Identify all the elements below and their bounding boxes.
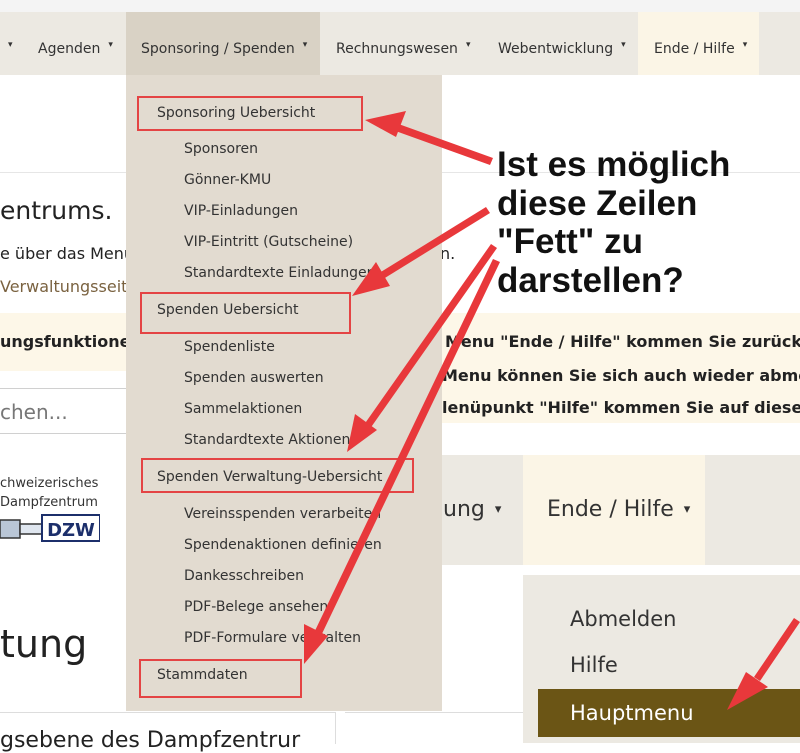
arrow-to-hauptmenu <box>727 618 800 710</box>
arrow-to-sponsoring-uebersicht <box>365 111 493 165</box>
annotation-arrows <box>304 111 800 710</box>
arrow-to-stammdaten <box>304 259 500 664</box>
